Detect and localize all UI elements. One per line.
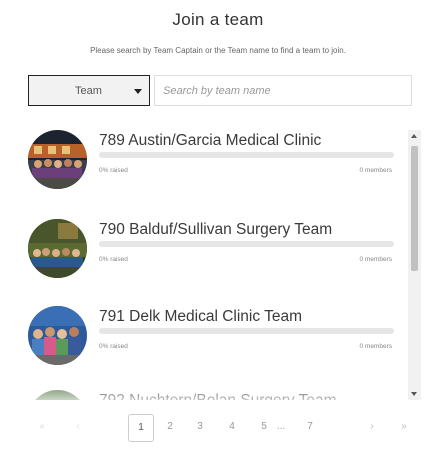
members-count: 0 members: [359, 343, 392, 350]
search-row: Team: [28, 75, 412, 108]
raised-progress-bar: [99, 241, 394, 247]
scroll-up-icon[interactable]: [411, 134, 417, 138]
team-avatar: [28, 219, 87, 278]
search-input[interactable]: [154, 75, 412, 106]
page-ellipsis: ...: [276, 421, 286, 432]
scroll-down-icon[interactable]: [411, 392, 417, 396]
members-count: 0 members: [359, 256, 392, 263]
page-button-5[interactable]: 5: [252, 413, 276, 441]
scrollbar-thumb[interactable]: [411, 146, 418, 271]
raised-label: 0% raised: [99, 167, 128, 174]
team-avatar: [28, 390, 87, 400]
page-title: Join a team: [172, 10, 264, 29]
page-button-4[interactable]: 4: [220, 413, 244, 441]
page-button-3[interactable]: 3: [188, 413, 212, 441]
raised-progress-bar: [99, 328, 394, 334]
chevron-down-icon: [134, 89, 142, 94]
page-button-2[interactable]: 2: [158, 413, 182, 441]
list-item[interactable]: 791 Delk Medical Clinic Team 0% raised 0…: [28, 306, 398, 376]
team-avatar: [28, 306, 87, 365]
page-subtitle: Please search by Team Captain or the Tea…: [90, 46, 346, 55]
list-item[interactable]: 789 Austin/Garcia Medical Clinic 0% rais…: [28, 130, 398, 200]
search-type-select[interactable]: Team: [28, 75, 150, 106]
first-page-button[interactable]: «: [32, 413, 52, 441]
team-name[interactable]: 790 Balduf/Sullivan Surgery Team: [99, 221, 332, 239]
members-count: 0 members: [359, 167, 392, 174]
prev-page-button[interactable]: ‹: [68, 413, 88, 441]
team-name[interactable]: 789 Austin/Garcia Medical Clinic: [99, 132, 321, 150]
team-list: 789 Austin/Garcia Medical Clinic 0% rais…: [28, 130, 408, 400]
pagination: « ‹ 1 2 3 4 5 ... 7 › »: [28, 413, 414, 443]
page-button-7[interactable]: 7: [298, 413, 322, 441]
list-item[interactable]: 792 Nuchtern/Bolan Surgery Team: [28, 390, 398, 400]
team-name[interactable]: 792 Nuchtern/Bolan Surgery Team: [99, 392, 337, 400]
team-name[interactable]: 791 Delk Medical Clinic Team: [99, 308, 302, 326]
page-button-1[interactable]: 1: [128, 414, 154, 442]
last-page-button[interactable]: »: [394, 413, 414, 441]
team-avatar: [28, 130, 87, 189]
raised-progress-bar: [99, 152, 394, 158]
list-scrollbar[interactable]: [408, 130, 421, 400]
list-item[interactable]: 790 Balduf/Sullivan Surgery Team 0% rais…: [28, 219, 398, 289]
next-page-button[interactable]: ›: [362, 413, 382, 441]
raised-label: 0% raised: [99, 343, 128, 350]
raised-label: 0% raised: [99, 256, 128, 263]
search-type-value: Team: [75, 85, 102, 97]
